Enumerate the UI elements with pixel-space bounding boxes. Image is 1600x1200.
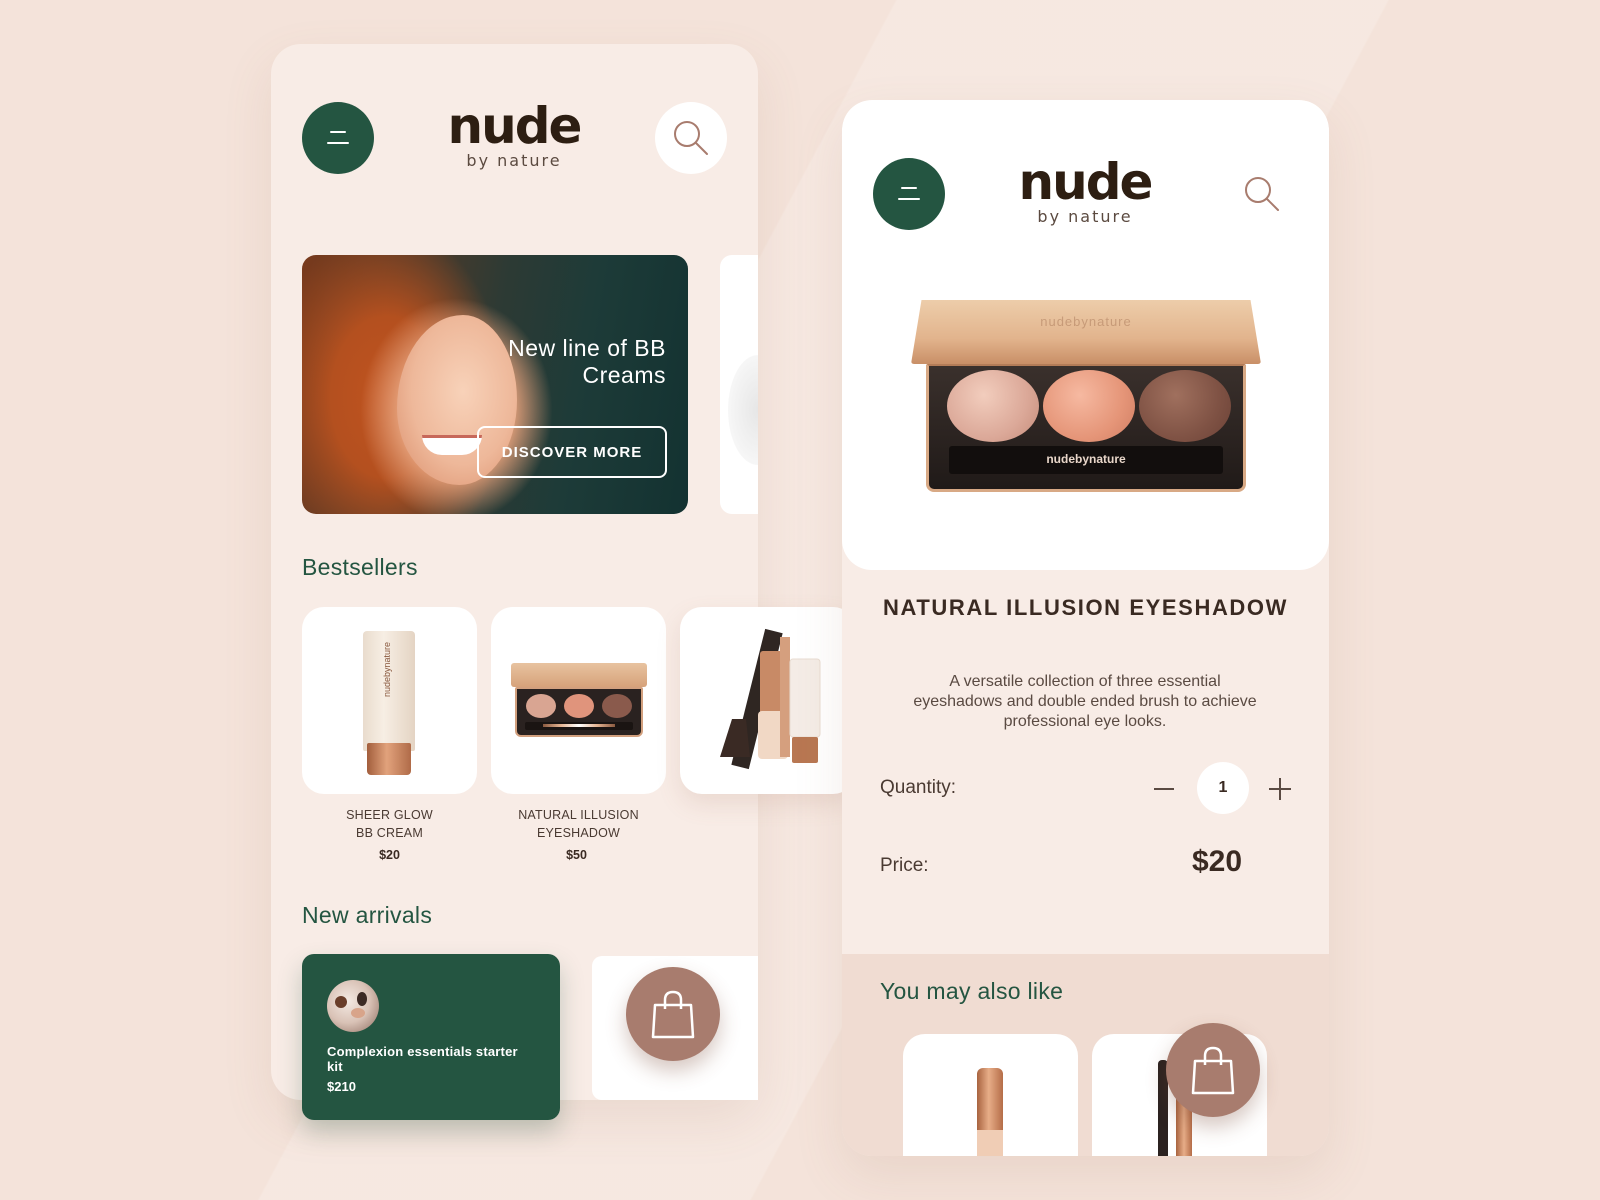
menu-icon (898, 187, 920, 201)
bestseller-name-line2: EYESHADOW (536, 826, 621, 840)
price-label: Price: (880, 855, 929, 876)
product-detail-screen: nude by nature nudebynature nudebynature… (842, 100, 1329, 1156)
bb-cream-brand-mark: nudebynature (382, 641, 392, 697)
new-arrivals-heading: New arrivals (302, 902, 433, 928)
bestseller-price: $50 (566, 848, 587, 862)
eyeshadow-palette-icon (511, 663, 647, 687)
menu-button[interactable] (873, 158, 945, 230)
brand-logo[interactable]: nude by nature (1004, 156, 1166, 226)
quantity-label: Quantity: (880, 777, 957, 798)
bestseller-name-line1: NATURAL ILLUSION (518, 808, 639, 822)
shade-2-swatch (1043, 370, 1135, 442)
product-description: A versatile collection of three essentia… (913, 673, 1257, 730)
bestseller-name: NATURAL ILLUSION EYESHADOW (491, 806, 666, 842)
plus-icon[interactable] (1269, 778, 1291, 800)
eyeshadow-palette-base (515, 687, 643, 737)
product-brush: nudebynature (949, 446, 1223, 474)
bestseller-name-line1: SHEER GLOW (346, 808, 433, 822)
bestseller-card-makeup-set[interactable] (680, 607, 855, 794)
bestseller-price: $20 (379, 848, 400, 862)
new-arrival-thumbnail (327, 980, 379, 1032)
search-icon (1245, 177, 1279, 211)
product-image-lid: nudebynature (911, 300, 1261, 364)
hero-next-slide-image (728, 355, 758, 465)
hero-banner[interactable]: New line of BB Creams DISCOVER MORE (302, 255, 688, 514)
search-icon (674, 121, 708, 155)
brand-logo-wordmark: nude (447, 97, 583, 155)
bestseller-name-line2: BB CREAM (356, 826, 423, 840)
also-like-heading: You may also like (880, 978, 1064, 1004)
background-decoration (0, 0, 1600, 1200)
hero-next-slide[interactable] (720, 255, 758, 514)
menu-button[interactable] (302, 102, 374, 174)
price-value: $20 (1192, 845, 1243, 878)
new-arrival-title: Complexion essentials starter kit (327, 1044, 518, 1074)
minus-icon[interactable] (1154, 788, 1174, 790)
new-arrival-card-featured[interactable]: Complexion essentials starter kit $210 (302, 954, 560, 1120)
new-arrival-price: $210 (327, 1079, 356, 1094)
discover-more-button[interactable]: DISCOVER MORE (477, 426, 667, 478)
quantity-value[interactable]: 1 (1197, 762, 1249, 814)
product-lid-brand: nudebynature (1040, 314, 1132, 329)
product-brush-brand: nudebynature (1046, 452, 1126, 466)
brand-logo[interactable]: nude by nature (433, 100, 595, 170)
menu-icon (327, 131, 349, 145)
bestsellers-heading: Bestsellers (302, 554, 418, 580)
bb-cream-cap (367, 743, 411, 775)
hero-title: New line of BB Creams (508, 335, 666, 388)
search-button[interactable] (655, 102, 727, 174)
bestseller-name: SHEER GLOW BB CREAM (302, 806, 477, 842)
cart-button[interactable] (1166, 1023, 1260, 1117)
shade-1-swatch (947, 370, 1039, 442)
shopping-bag-icon (1191, 1046, 1235, 1095)
search-button[interactable] (1226, 158, 1298, 230)
also-like-card-foundation[interactable] (903, 1034, 1078, 1156)
bestseller-card-bb-cream[interactable]: nudebynature (302, 607, 477, 794)
foundation-bottle-liquid (977, 1130, 1003, 1156)
brand-logo-wordmark: nude (1018, 153, 1154, 211)
makeup-set-icon (720, 628, 821, 770)
product-title: NATURAL ILLUSION EYESHADOW (882, 595, 1288, 620)
shade-3-swatch (1139, 370, 1231, 442)
cart-button[interactable] (626, 967, 720, 1061)
product-image-palette: nudebynature (926, 364, 1246, 492)
shopping-bag-icon (651, 990, 695, 1039)
home-screen: nude by nature New line of BB Creams DIS… (271, 44, 855, 1120)
bestseller-card-eyeshadow[interactable] (491, 607, 666, 794)
